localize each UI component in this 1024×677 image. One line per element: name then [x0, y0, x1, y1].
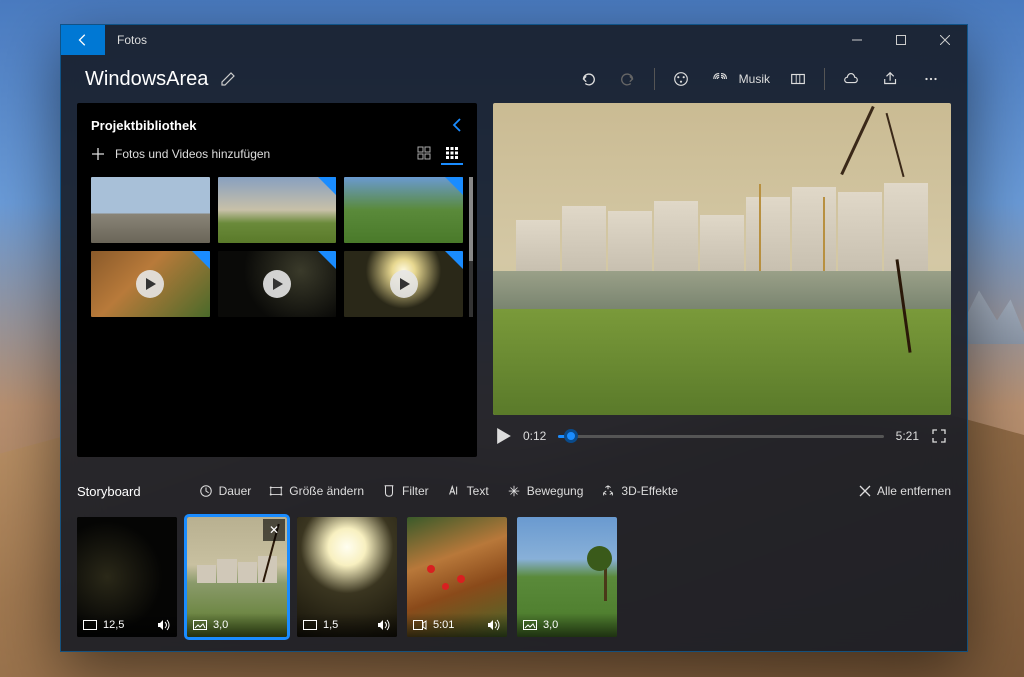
library-thumb[interactable] [91, 251, 210, 317]
library-thumb[interactable] [218, 251, 337, 317]
collapse-library-button[interactable] [451, 117, 463, 133]
music-button[interactable] [701, 59, 741, 99]
redo-button[interactable] [608, 59, 648, 99]
header-toolbar: WindowsArea Musik [61, 55, 967, 103]
minimize-button[interactable] [835, 25, 879, 55]
library-thumb[interactable] [91, 177, 210, 243]
storyboard-clip[interactable]: 1,5 [297, 517, 397, 637]
filter-button[interactable]: Filter [382, 484, 429, 498]
storyboard-clip[interactable]: 12,5 [77, 517, 177, 637]
more-button[interactable] [911, 59, 951, 99]
close-button[interactable] [923, 25, 967, 55]
video-icon [413, 620, 427, 630]
remove-clip-button[interactable]: ✕ [263, 519, 285, 541]
titlebar: Fotos [61, 25, 967, 55]
library-scrollbar-thumb[interactable] [469, 177, 473, 261]
view-small-button[interactable] [441, 143, 463, 165]
play-button[interactable] [497, 428, 511, 444]
total-time: 5:21 [896, 429, 919, 443]
image-icon [83, 620, 97, 630]
preview-viewport [493, 103, 951, 415]
clip-duration: 5:01 [433, 619, 454, 631]
image-icon [523, 620, 537, 630]
play-icon [263, 270, 291, 298]
library-title: Projektbibliothek [91, 118, 451, 133]
speaker-icon [487, 619, 501, 631]
remove-all-button[interactable]: Alle entfernen [859, 484, 951, 498]
speaker-icon [377, 619, 391, 631]
library-thumb[interactable] [344, 251, 463, 317]
resize-button[interactable]: Größe ändern [269, 484, 364, 498]
back-button[interactable] [61, 25, 105, 55]
motion-button[interactable]: Bewegung [507, 484, 584, 498]
add-media-label: Fotos und Videos hinzufügen [115, 147, 270, 161]
project-title: WindowsArea [85, 68, 208, 91]
aspect-button[interactable] [778, 59, 818, 99]
music-label: Musik [739, 72, 770, 86]
text-button[interactable]: Text [447, 484, 489, 498]
share-button[interactable] [871, 59, 911, 99]
image-icon [193, 620, 207, 630]
add-media-button[interactable]: Fotos und Videos hinzufügen [91, 147, 413, 161]
seek-knob[interactable] [564, 429, 578, 443]
play-icon [390, 270, 418, 298]
storyboard-track: 12,5 ✕ 3,0 [77, 517, 951, 637]
project-library: Projektbibliothek Fotos und Videos hinzu… [77, 103, 477, 457]
duration-button[interactable]: Dauer [199, 484, 252, 498]
image-icon [303, 620, 317, 630]
view-large-button[interactable] [413, 143, 435, 165]
library-thumb[interactable] [218, 177, 337, 243]
3d-effects-button[interactable]: 3D-Effekte [601, 484, 677, 498]
clip-duration: 12,5 [103, 619, 124, 631]
current-time: 0:12 [523, 429, 546, 443]
undo-button[interactable] [568, 59, 608, 99]
storyboard-toolbar: Storyboard Dauer Größe ändern Filter Tex… [77, 473, 951, 509]
storyboard-clip[interactable]: ✕ 3,0 [187, 517, 287, 637]
fullscreen-button[interactable] [931, 428, 947, 444]
library-thumb[interactable] [344, 177, 463, 243]
clip-duration: 3,0 [213, 619, 228, 631]
speaker-icon [157, 619, 171, 631]
theme-button[interactable] [661, 59, 701, 99]
app-title: Fotos [105, 33, 835, 47]
storyboard-clip[interactable]: 5:01 [407, 517, 507, 637]
clip-duration: 1,5 [323, 619, 338, 631]
maximize-button[interactable] [879, 25, 923, 55]
storyboard-title: Storyboard [77, 484, 141, 499]
app-window: Fotos WindowsArea Musik [60, 24, 968, 652]
seek-slider[interactable] [558, 435, 883, 438]
storyboard-clip[interactable]: 3,0 [517, 517, 617, 637]
cloud-button[interactable] [831, 59, 871, 99]
play-icon [136, 270, 164, 298]
player-controls: 0:12 5:21 [493, 415, 951, 457]
edit-title-button[interactable] [220, 71, 236, 87]
clip-duration: 3,0 [543, 619, 558, 631]
